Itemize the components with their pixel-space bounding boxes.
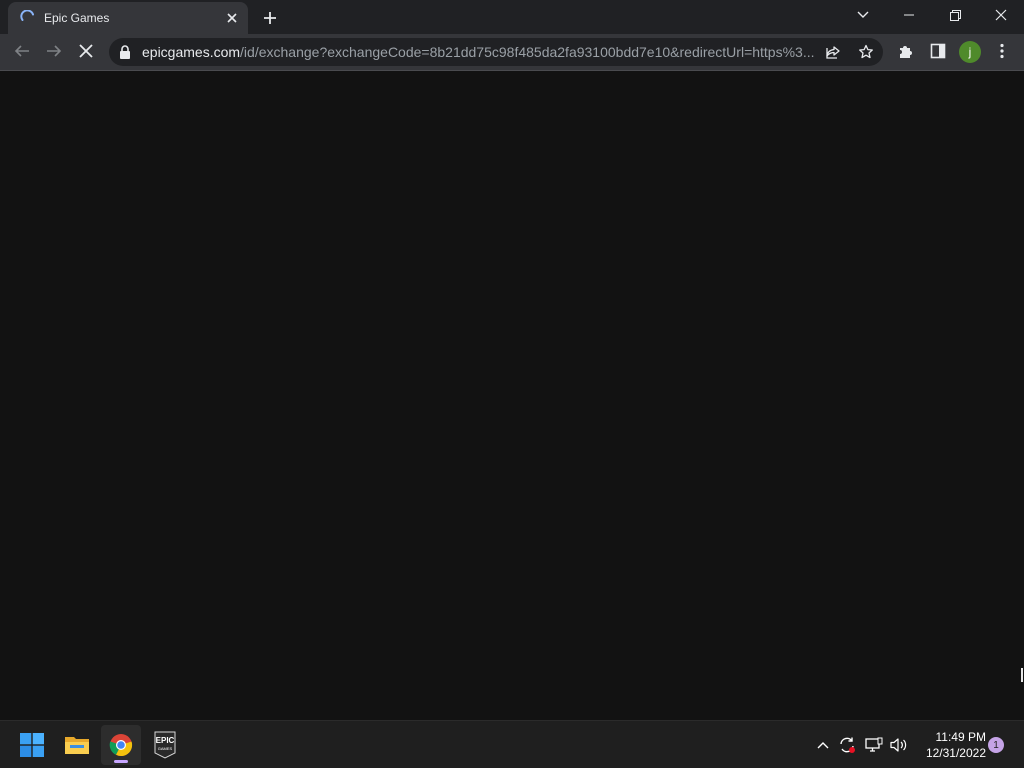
share-icon [826,46,840,59]
folder-icon [65,737,89,754]
epic-logo-subtext: GAMES [158,746,173,751]
chrome-taskbar-button[interactable] [101,725,141,765]
clock-date: 12/31/2022 [925,746,986,760]
tab-epic-games[interactable]: Epic Games [8,2,248,34]
puzzle-piece-icon [900,46,912,58]
restore-button[interactable] [932,0,978,30]
volume-button[interactable] [889,735,909,755]
chevron-up-icon [817,742,829,749]
windows-taskbar: EPIC GAMES 11:49 PM 12/31/2022 1 [0,720,1024,768]
file-explorer-button[interactable] [57,725,97,765]
lock-icon[interactable] [119,45,131,59]
chevron-down-icon [857,11,869,18]
side-panel-button[interactable] [924,37,952,65]
network-button[interactable] [864,735,884,755]
arrow-left-icon [14,45,29,57]
back-button[interactable] [8,37,36,65]
epic-logo-text: EPIC [156,736,175,745]
tab-search-button[interactable] [840,0,886,30]
loading-spinner-icon [20,10,34,21]
window-close-button[interactable] [978,0,1024,30]
stop-loading-button[interactable] [72,37,100,65]
url-host: epicgames.com [142,44,241,60]
profile-avatar[interactable]: j [959,41,981,63]
show-hidden-icons-button[interactable] [813,735,833,755]
new-tab-button[interactable] [258,6,282,30]
sync-status-button[interactable] [837,735,857,755]
plus-icon [264,12,276,24]
bookmark-button[interactable] [856,42,876,62]
url-path: /id/exchange?exchangeCode=8b21dd75c98f48… [240,44,814,60]
tab-title: Epic Games [44,11,110,25]
text-cursor-icon [1021,668,1023,682]
forward-button[interactable] [40,37,68,65]
system-clock[interactable]: 11:49 PM 12/31/2022 [916,729,986,761]
epic-games-icon: EPIC GAMES [154,731,176,759]
browser-toolbar: epicgames.com/id/exchange?exchangeCode=8… [0,34,1024,71]
minimize-button[interactable] [886,0,932,30]
network-icon [865,737,883,752]
page-content [0,71,1024,720]
browser-tabstrip: Epic Games [0,0,1024,34]
tab-close-button[interactable] [222,8,242,28]
share-button[interactable] [823,42,843,62]
close-icon [227,13,237,23]
arrow-right-icon [47,45,62,57]
notification-badge[interactable]: 1 [988,737,1004,753]
extensions-button[interactable] [892,37,920,65]
active-app-indicator [114,760,128,763]
minimize-icon [904,14,914,16]
sync-icon [840,737,855,753]
close-icon [79,44,93,58]
chrome-icon [109,734,133,757]
close-icon [995,9,1007,21]
side-panel-icon [930,43,946,59]
clock-time: 11:49 PM [935,730,986,744]
restore-icon [949,9,961,21]
windows-start-icon [20,733,44,757]
url-text[interactable]: epicgames.com/id/exchange?exchangeCode=8… [142,44,814,60]
epic-games-launcher-button[interactable]: EPIC GAMES [145,725,185,765]
speaker-icon [890,738,907,752]
address-bar[interactable]: epicgames.com/id/exchange?exchangeCode=8… [109,38,883,66]
star-icon [859,44,873,59]
start-button[interactable] [12,725,52,765]
more-vertical-icon [1000,43,1004,59]
browser-menu-button[interactable] [988,37,1016,65]
